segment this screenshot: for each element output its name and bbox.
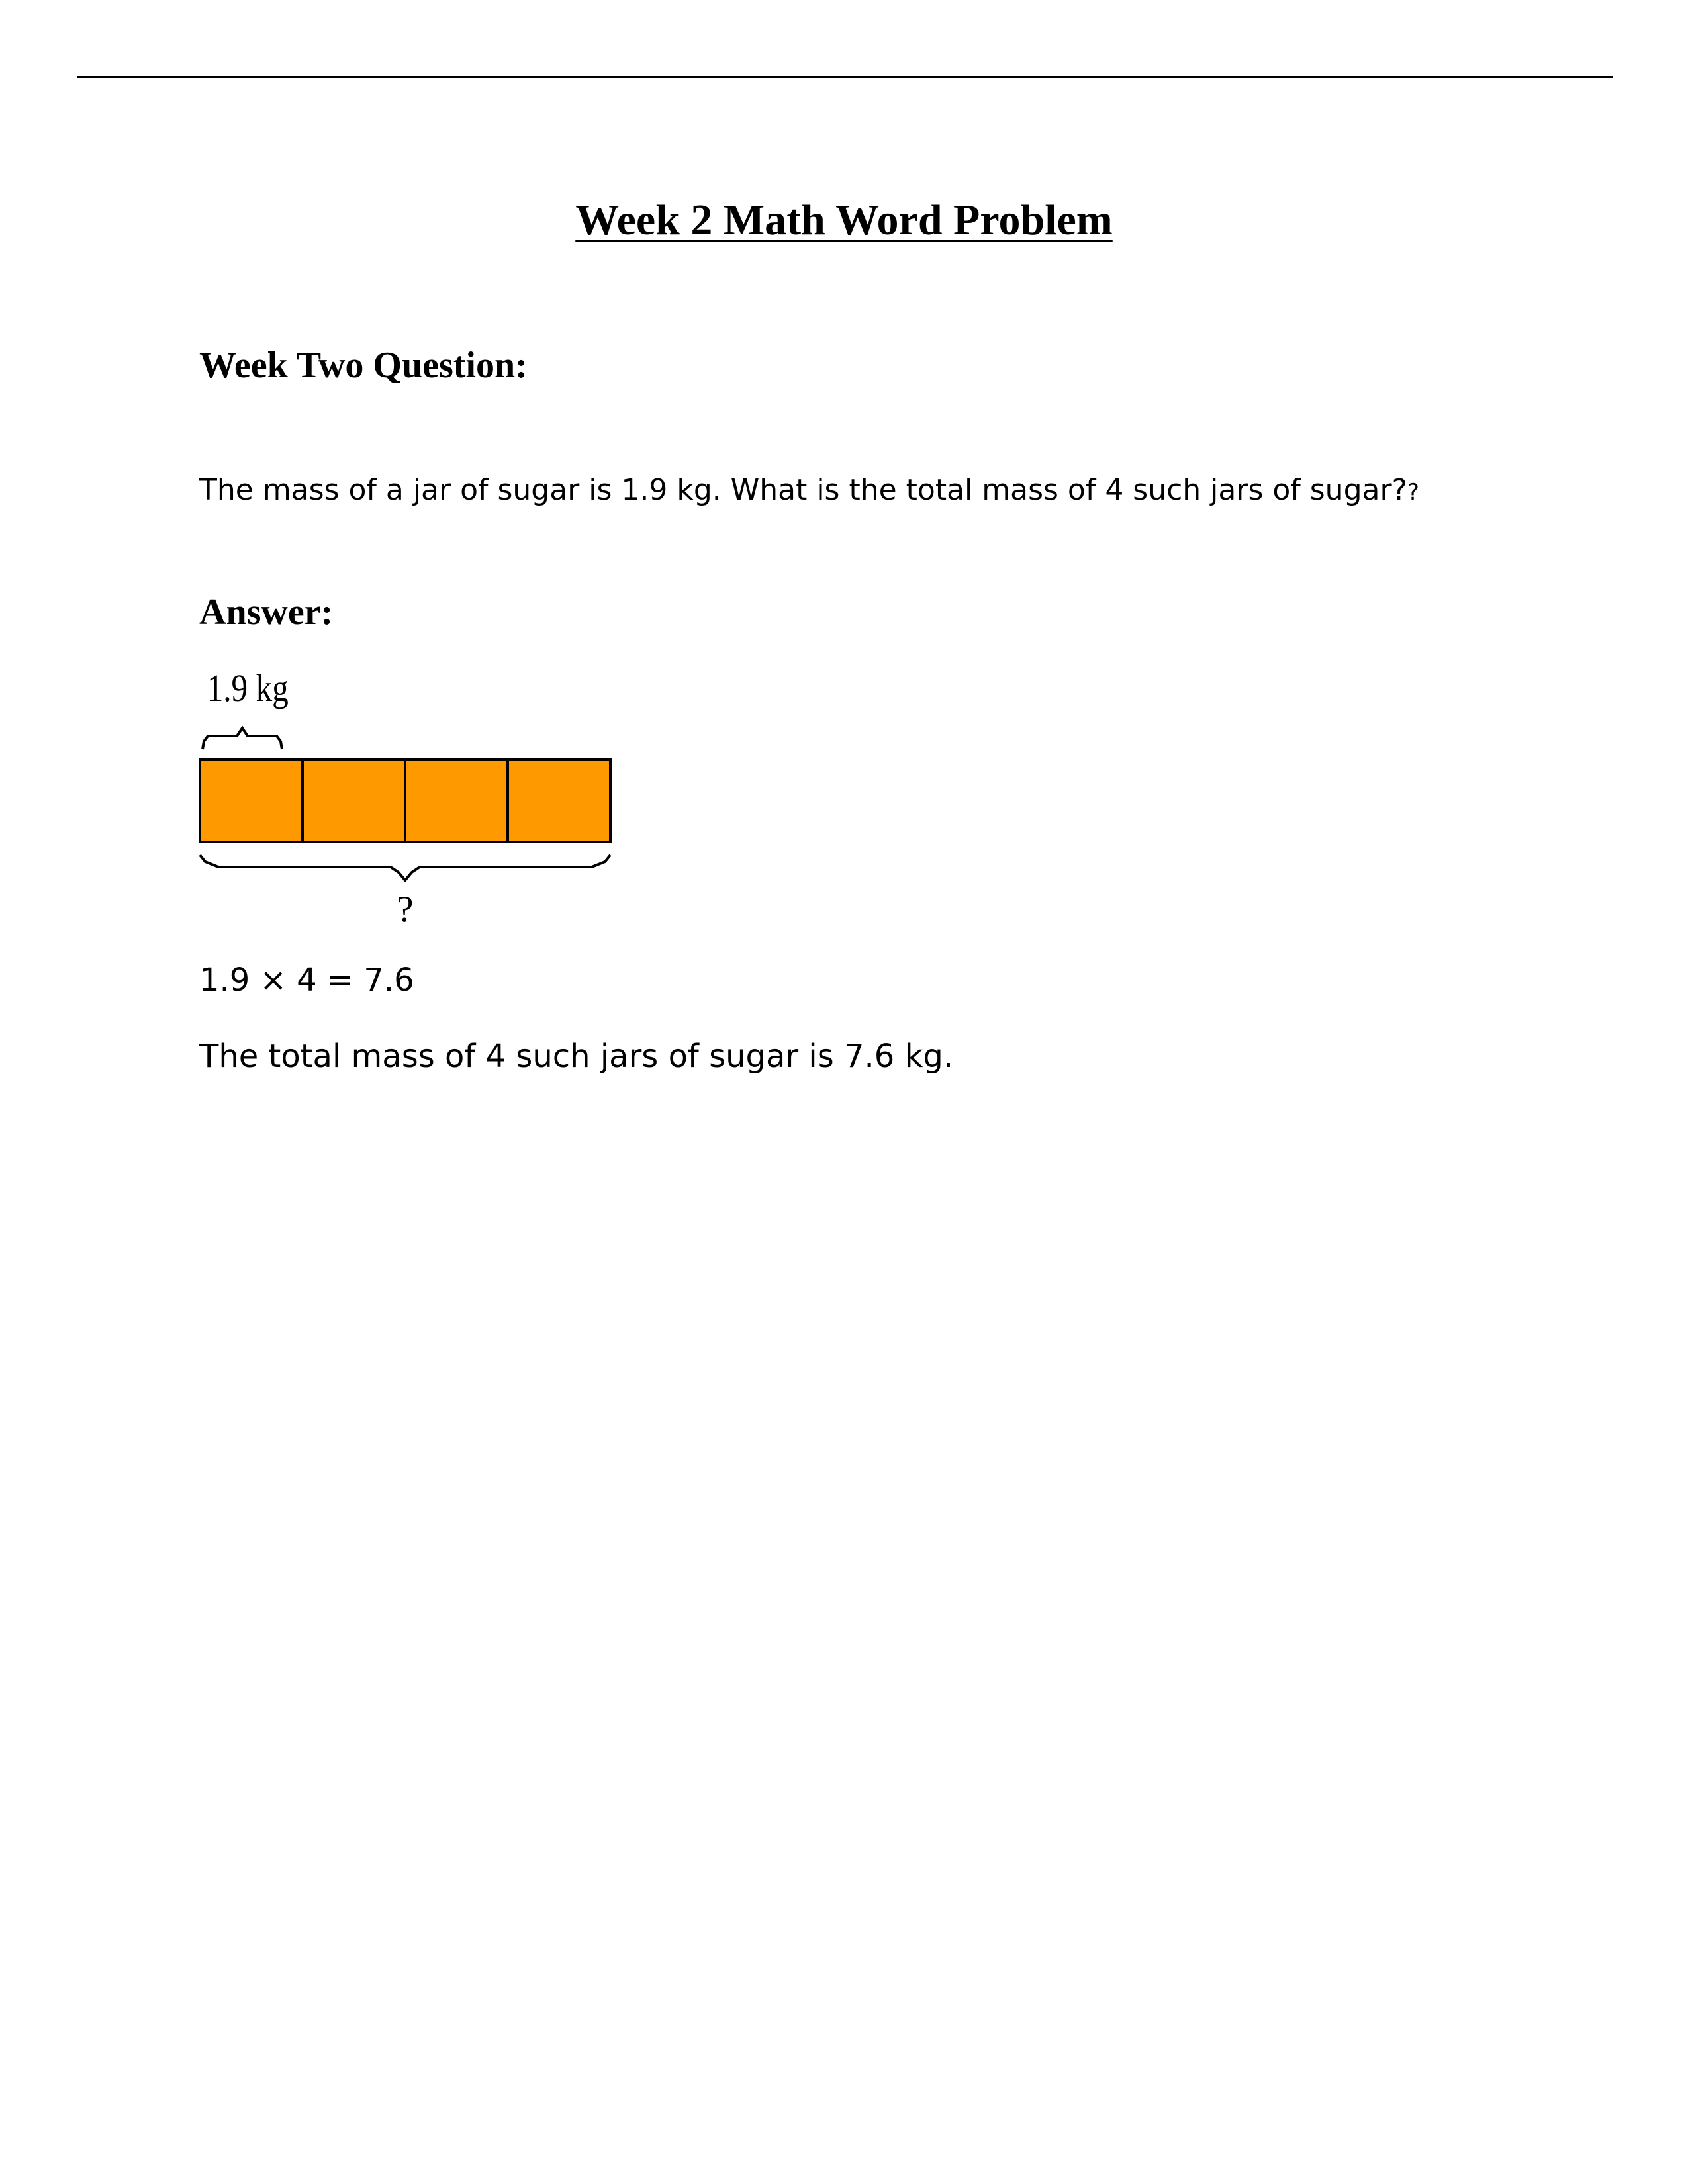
conclusion-text: The total mass of 4 such jars of sugar i…: [199, 1038, 954, 1075]
unit-label: 1.9 kg: [207, 670, 289, 709]
total-label: ?: [397, 889, 414, 930]
question-trailing-mark: ?: [1407, 479, 1419, 506]
question-heading: Week Two Question:: [199, 345, 528, 386]
question-text: The mass of a jar of sugar is 1.9 kg. Wh…: [199, 473, 1419, 507]
bar-segment: [506, 758, 612, 843]
bar-segment: [404, 758, 509, 843]
bar-segment: [199, 758, 304, 843]
page-title: Week 2 Math Word Problem: [575, 196, 1113, 244]
header-rule: [77, 76, 1613, 78]
question-body: The mass of a jar of sugar is 1.9 kg. Wh…: [199, 473, 1407, 507]
bar-model-diagram: 1.9 kg ?: [199, 670, 612, 930]
total-brace: [199, 854, 612, 883]
equation: 1.9 × 4 = 7.6: [199, 962, 414, 999]
unit-brace: [201, 725, 283, 750]
bar-segments: [199, 758, 612, 843]
answer-heading: Answer:: [199, 592, 334, 633]
bar-segment: [301, 758, 406, 843]
